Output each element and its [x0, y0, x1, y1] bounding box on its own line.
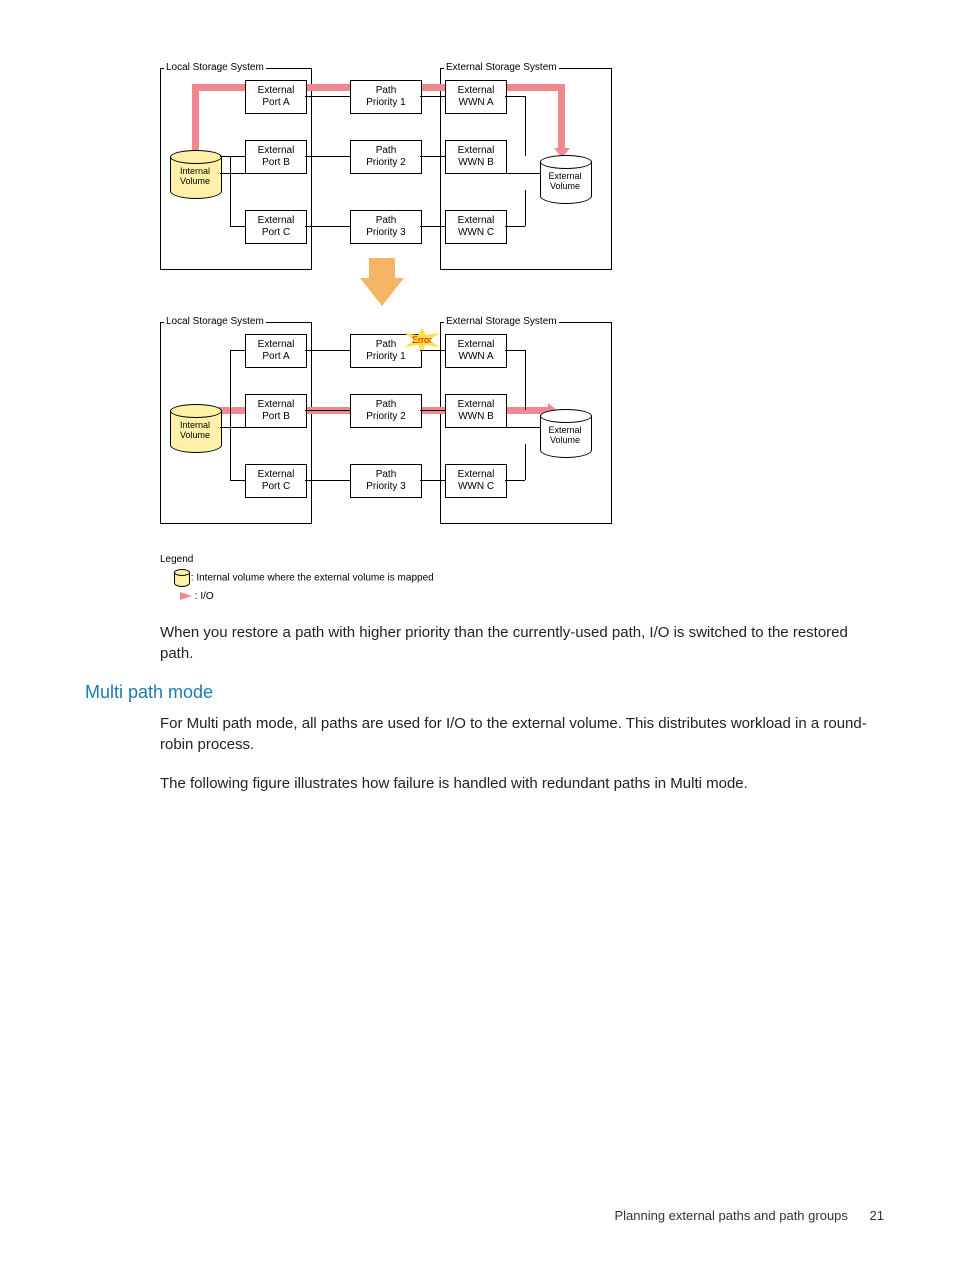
external-system-label: External Storage System — [444, 62, 559, 73]
footer-page-number: 21 — [870, 1208, 884, 1223]
path-3-box: PathPriority 3 — [350, 210, 422, 244]
port-a-box-2: ExternalPort A — [245, 334, 307, 368]
path-1-box-2: PathPriority 1 — [350, 334, 422, 368]
local-system-label: Local Storage System — [164, 62, 266, 73]
path-3-box-2: PathPriority 3 — [350, 464, 422, 498]
wwn-a-box-2: ExternalWWN A — [445, 334, 507, 368]
external-volume-label: ExternalVolume — [540, 171, 590, 191]
paragraph-multi-2: The following figure illustrates how fai… — [160, 773, 884, 794]
path-2-box-2: PathPriority 2 — [350, 394, 422, 428]
legend-item-2: : I/O — [195, 591, 214, 602]
port-c-box: ExternalPort C — [245, 210, 307, 244]
legend-title: Legend — [160, 554, 884, 565]
paragraph-restore: When you restore a path with higher prio… — [160, 622, 884, 664]
wwn-c-box-2: ExternalWWN C — [445, 464, 507, 498]
diagram-single-path-bottom: Local Storage System External Storage Sy… — [160, 314, 620, 524]
external-system-label-2: External Storage System — [444, 316, 559, 327]
legend-arrow-icon — [180, 592, 192, 600]
legend-item-1: : Internal volume where the external vol… — [191, 573, 434, 584]
footer-text: Planning external paths and path groups — [614, 1208, 847, 1223]
port-b-box-2: ExternalPort B — [245, 394, 307, 428]
port-b-box: ExternalPort B — [245, 140, 307, 174]
internal-volume-label: InternalVolume — [170, 166, 220, 186]
external-volume-label-2: ExternalVolume — [540, 425, 590, 445]
legend-cylinder-icon — [174, 569, 188, 587]
port-c-box-2: ExternalPort C — [245, 464, 307, 498]
wwn-a-box: ExternalWWN A — [445, 80, 507, 114]
internal-volume-label-2: InternalVolume — [170, 420, 220, 440]
legend: Legend : Internal volume where the exter… — [160, 554, 884, 602]
local-system-label-2: Local Storage System — [164, 316, 266, 327]
path-1-box: PathPriority 1 — [350, 80, 422, 114]
arrow-down-icon — [360, 278, 404, 306]
wwn-b-box: ExternalWWN B — [445, 140, 507, 174]
diagram-single-path-top: Local Storage System External Storage Sy… — [160, 60, 884, 524]
port-a-box: ExternalPort A — [245, 80, 307, 114]
heading-multi-path: Multi path mode — [85, 682, 884, 703]
paragraph-multi-1: For Multi path mode, all paths are used … — [160, 713, 884, 755]
wwn-c-box: ExternalWWN C — [445, 210, 507, 244]
wwn-b-box-2: ExternalWWN B — [445, 394, 507, 428]
path-2-box: PathPriority 2 — [350, 140, 422, 174]
page-footer: Planning external paths and path groups … — [614, 1208, 884, 1223]
